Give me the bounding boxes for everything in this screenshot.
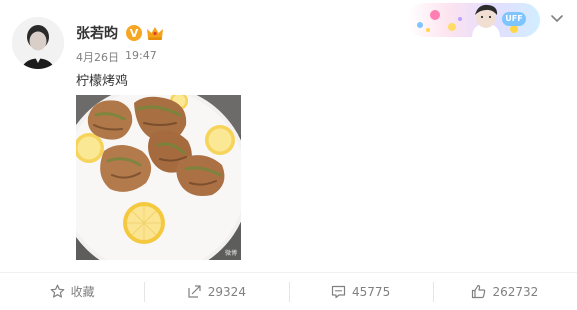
action-bar: 收藏 29324 45775 262732 xyxy=(0,272,577,310)
post-date[interactable]: 4月26日 xyxy=(76,49,119,65)
thumbs-up-icon xyxy=(472,284,486,299)
post-text: 柠檬烤鸡 xyxy=(76,74,129,89)
avatar-photo xyxy=(12,17,64,69)
author-row: 张若昀 V xyxy=(76,23,164,43)
uff-badge: UFF xyxy=(502,12,526,26)
avatar[interactable] xyxy=(12,17,64,69)
post-time[interactable]: 19:47 xyxy=(125,49,157,65)
crown-icon[interactable] xyxy=(146,25,164,41)
favorite-label: 收藏 xyxy=(70,285,95,299)
repost-button[interactable]: 29324 xyxy=(144,281,288,302)
lemon-slice xyxy=(205,125,235,155)
favorite-button[interactable]: 收藏 xyxy=(0,282,144,302)
weibo-post: 张若昀 V 4月26日 19:47 柠檬烤鸡 微博 UFF 收藏 29324 4… xyxy=(0,0,577,309)
lemon-slice xyxy=(123,202,165,244)
username[interactable]: 张若昀 xyxy=(76,23,118,43)
comment-count: 45775 xyxy=(352,284,391,299)
post-photo[interactable]: 微博 xyxy=(76,95,241,260)
repost-icon xyxy=(188,285,201,298)
star-icon xyxy=(50,284,65,298)
card-banner[interactable]: UFF xyxy=(408,3,540,37)
repost-count: 29324 xyxy=(207,284,246,299)
lemon-roast-chicken-photo xyxy=(76,95,241,260)
comment-icon xyxy=(331,285,346,299)
like-button[interactable]: 262732 xyxy=(432,281,577,302)
post-meta: 4月26日 19:47 xyxy=(76,49,157,65)
chevron-down-icon[interactable] xyxy=(550,14,564,24)
comment-button[interactable]: 45775 xyxy=(288,281,433,302)
like-count: 262732 xyxy=(492,284,539,299)
verified-badge: V xyxy=(126,25,142,41)
photo-watermark: 微博 xyxy=(224,250,237,257)
